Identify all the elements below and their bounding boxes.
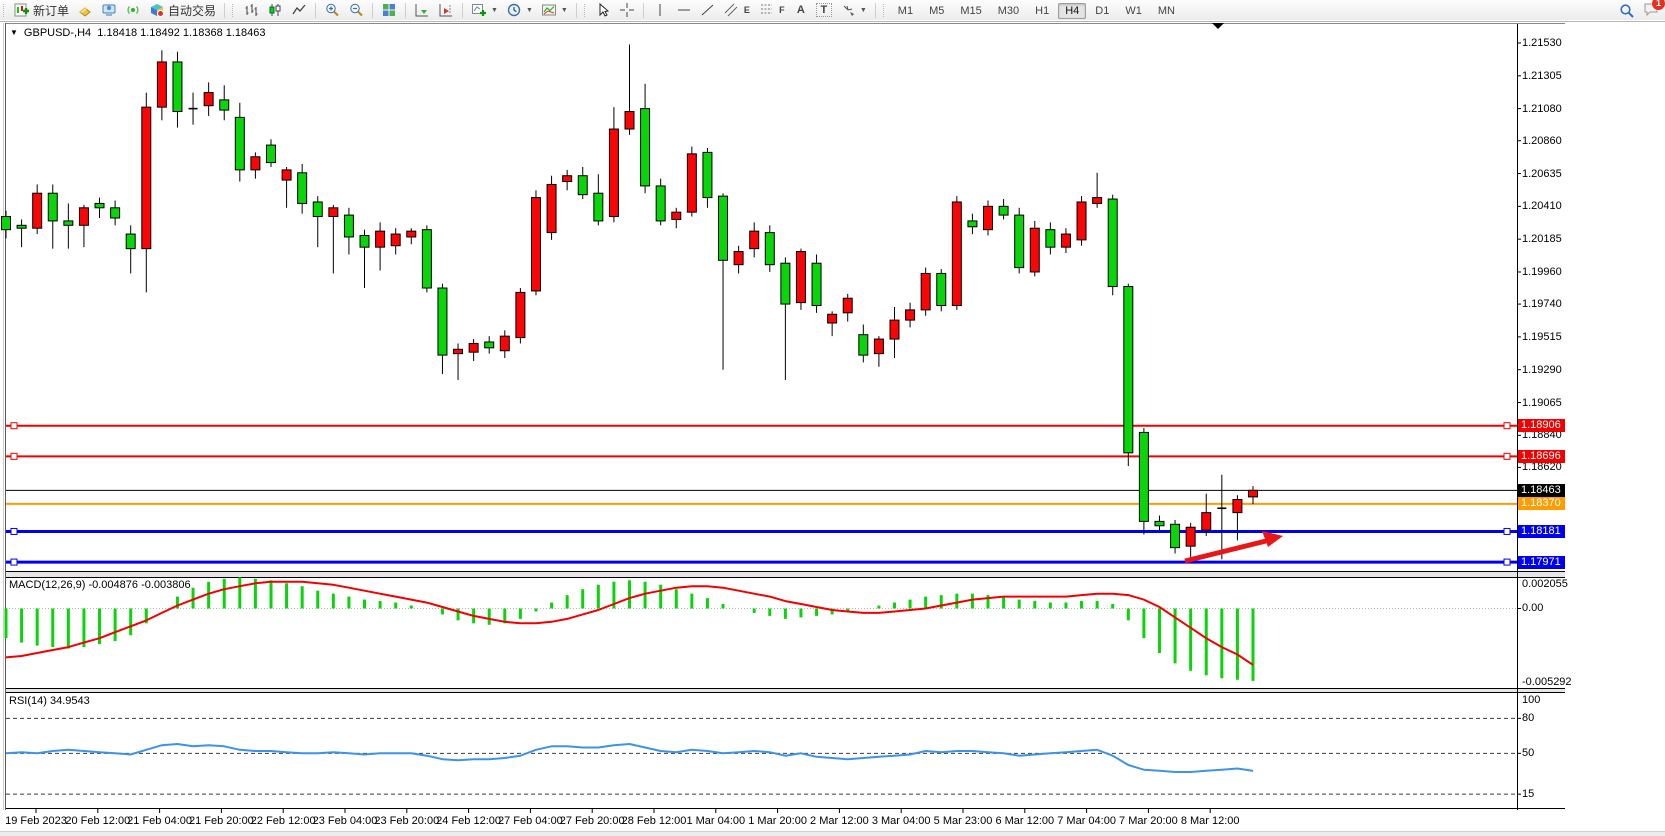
macd-axis-min: -0.005292 [1522, 676, 1568, 688]
rsi-axis-label: 50 [1522, 747, 1568, 759]
price-tag[interactable]: 1.18181 [1518, 525, 1565, 538]
chart-canvas[interactable] [0, 0, 1665, 836]
price-axis-tick: 1.20860 [1522, 135, 1568, 147]
price-tag[interactable]: 1.17971 [1518, 556, 1565, 569]
macd-axis-max: 0.002055 [1522, 578, 1568, 590]
rsi-axis-label: 100 [1522, 694, 1568, 706]
price-axis-tick: 1.21080 [1522, 103, 1568, 115]
price-tag[interactable]: 1.18463 [1518, 484, 1565, 497]
mt4-window: 新订单 [0, 0, 1665, 836]
price-axis-tick: 1.19065 [1522, 397, 1568, 409]
price-axis-tick: 1.21305 [1522, 70, 1568, 82]
price-tag[interactable]: 1.18370 [1518, 497, 1565, 510]
macd-axis-zero: 0.00 [1522, 602, 1568, 614]
macd-indicator-label: MACD(12,26,9) -0.004876 -0.003806 [9, 579, 191, 591]
chart-title: ▼ GBPUSD-,H4 1.18418 1.18492 1.18368 1.18… [10, 27, 266, 39]
price-axis-tick: 1.19515 [1522, 331, 1568, 343]
ohlc-values: 1.18418 1.18492 1.18368 1.18463 [97, 27, 265, 39]
symbol-dropdown-icon[interactable]: ▼ [10, 28, 18, 37]
rsi-indicator-label: RSI(14) 34.9543 [9, 695, 90, 707]
rsi-axis-label: 80 [1522, 712, 1568, 724]
time-axis-label: 8 Mar 12:00 [1164, 815, 1256, 827]
price-axis-tick: 1.20635 [1522, 168, 1568, 180]
price-axis-tick: 1.19290 [1522, 364, 1568, 376]
price-axis-tick: 1.21530 [1522, 37, 1568, 49]
price-axis-tick: 1.19960 [1522, 266, 1568, 278]
price-tag[interactable]: 1.18696 [1518, 450, 1565, 463]
price-axis-tick: 1.20185 [1522, 233, 1568, 245]
price-tag[interactable]: 1.18906 [1518, 419, 1565, 432]
window-bottom-edge [0, 831, 1665, 836]
symbol-period: GBPUSD-,H4 [24, 27, 91, 39]
price-axis-tick: 1.19740 [1522, 298, 1568, 310]
rsi-axis-label: 15 [1522, 788, 1568, 800]
price-axis-tick: 1.20410 [1522, 200, 1568, 212]
